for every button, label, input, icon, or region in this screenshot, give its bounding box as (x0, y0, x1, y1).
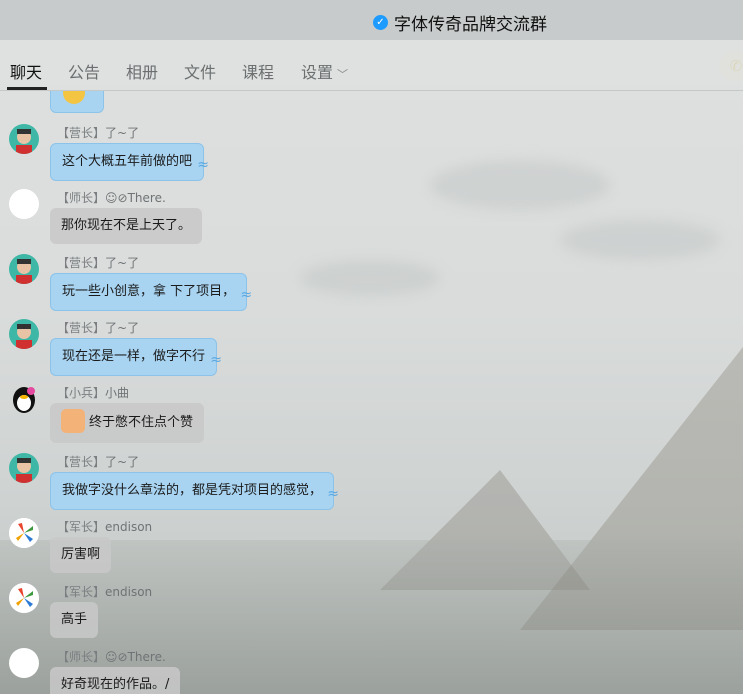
group-name: 字体传奇品牌交流群 (394, 15, 547, 35)
message-bubble[interactable]: 终于憋不住点个赞 (50, 403, 205, 443)
avatar[interactable] (9, 648, 39, 678)
sender-name: 【师长】☺⊘There. (57, 191, 166, 205)
message-list[interactable]: 【营长】了~了 这个大概五年前做的吧 ≈ 【师长】☺⊘There. 那你现在不是上… (0, 91, 743, 694)
smiley-icon (63, 91, 85, 104)
sender-name: 【营长】了~了 (57, 321, 140, 335)
tab-files[interactable]: 文件 (184, 59, 216, 83)
tab-announcements[interactable]: 公告 (68, 59, 100, 83)
message-bubble[interactable]: 厉害啊 (50, 537, 112, 573)
group-title: ✓ 字体传奇品牌交流群 (373, 10, 547, 35)
avatar[interactable] (9, 319, 39, 349)
avatar[interactable] (9, 189, 39, 219)
title-bar: ✓ 字体传奇品牌交流群 (0, 0, 743, 40)
message-bubble[interactable]: 那你现在不是上天了。 (50, 208, 203, 244)
tab-chat[interactable]: 聊天 (10, 59, 42, 83)
avatar[interactable] (9, 453, 39, 483)
bubble-wave-icon: ≈ (240, 287, 253, 303)
sender-name: 【军长】endison (57, 585, 153, 599)
active-tab-indicator (7, 87, 47, 90)
message-bubble[interactable]: 玩一些小创意，拿 下了项目， ≈ (50, 273, 252, 311)
bubble-wave-icon: ≈ (210, 352, 223, 368)
avatar[interactable] (9, 518, 39, 548)
message-bubble[interactable]: 我做字没什么章法的，都是凭对项目的感觉， ≈ (50, 472, 339, 510)
thumbs-up-icon (61, 409, 85, 433)
sender-name: 【营长】了~了 (57, 126, 140, 140)
chevron-down-icon: ﹀ (337, 68, 349, 81)
sender-name: 【军长】endison (57, 520, 153, 534)
verified-icon: ✓ (373, 15, 388, 30)
avatar[interactable] (9, 124, 39, 154)
message-bubble[interactable]: 高手 (50, 602, 99, 638)
tab-settings[interactable]: 设置 ﹀ (301, 59, 348, 83)
tab-bar: 聊天 公告 相册 文件 课程 设置 ﹀ (0, 40, 743, 91)
bubble-wave-icon: ≈ (197, 157, 210, 173)
avatar[interactable] (9, 583, 39, 613)
message-bubble[interactable]: 好奇现在的作品。/ (50, 667, 181, 694)
tab-courses[interactable]: 课程 (242, 59, 274, 83)
message-bubble[interactable]: 这个大概五年前做的吧 ≈ (50, 143, 209, 181)
sender-name: 【营长】了~了 (57, 455, 140, 469)
sender-name: 【师长】☺⊘There. (57, 650, 166, 664)
message-bubble-partial (50, 91, 104, 113)
sender-name: 【小兵】小曲 (57, 386, 130, 400)
message-bubble[interactable]: 现在还是一样，做字不行 ≈ (50, 338, 222, 376)
avatar[interactable] (9, 254, 39, 284)
avatar[interactable] (9, 384, 39, 414)
bubble-wave-icon: ≈ (327, 486, 340, 502)
sender-name: 【营长】了~了 (57, 256, 140, 270)
tab-settings-label: 设置 (301, 63, 334, 82)
tab-album[interactable]: 相册 (126, 59, 158, 83)
